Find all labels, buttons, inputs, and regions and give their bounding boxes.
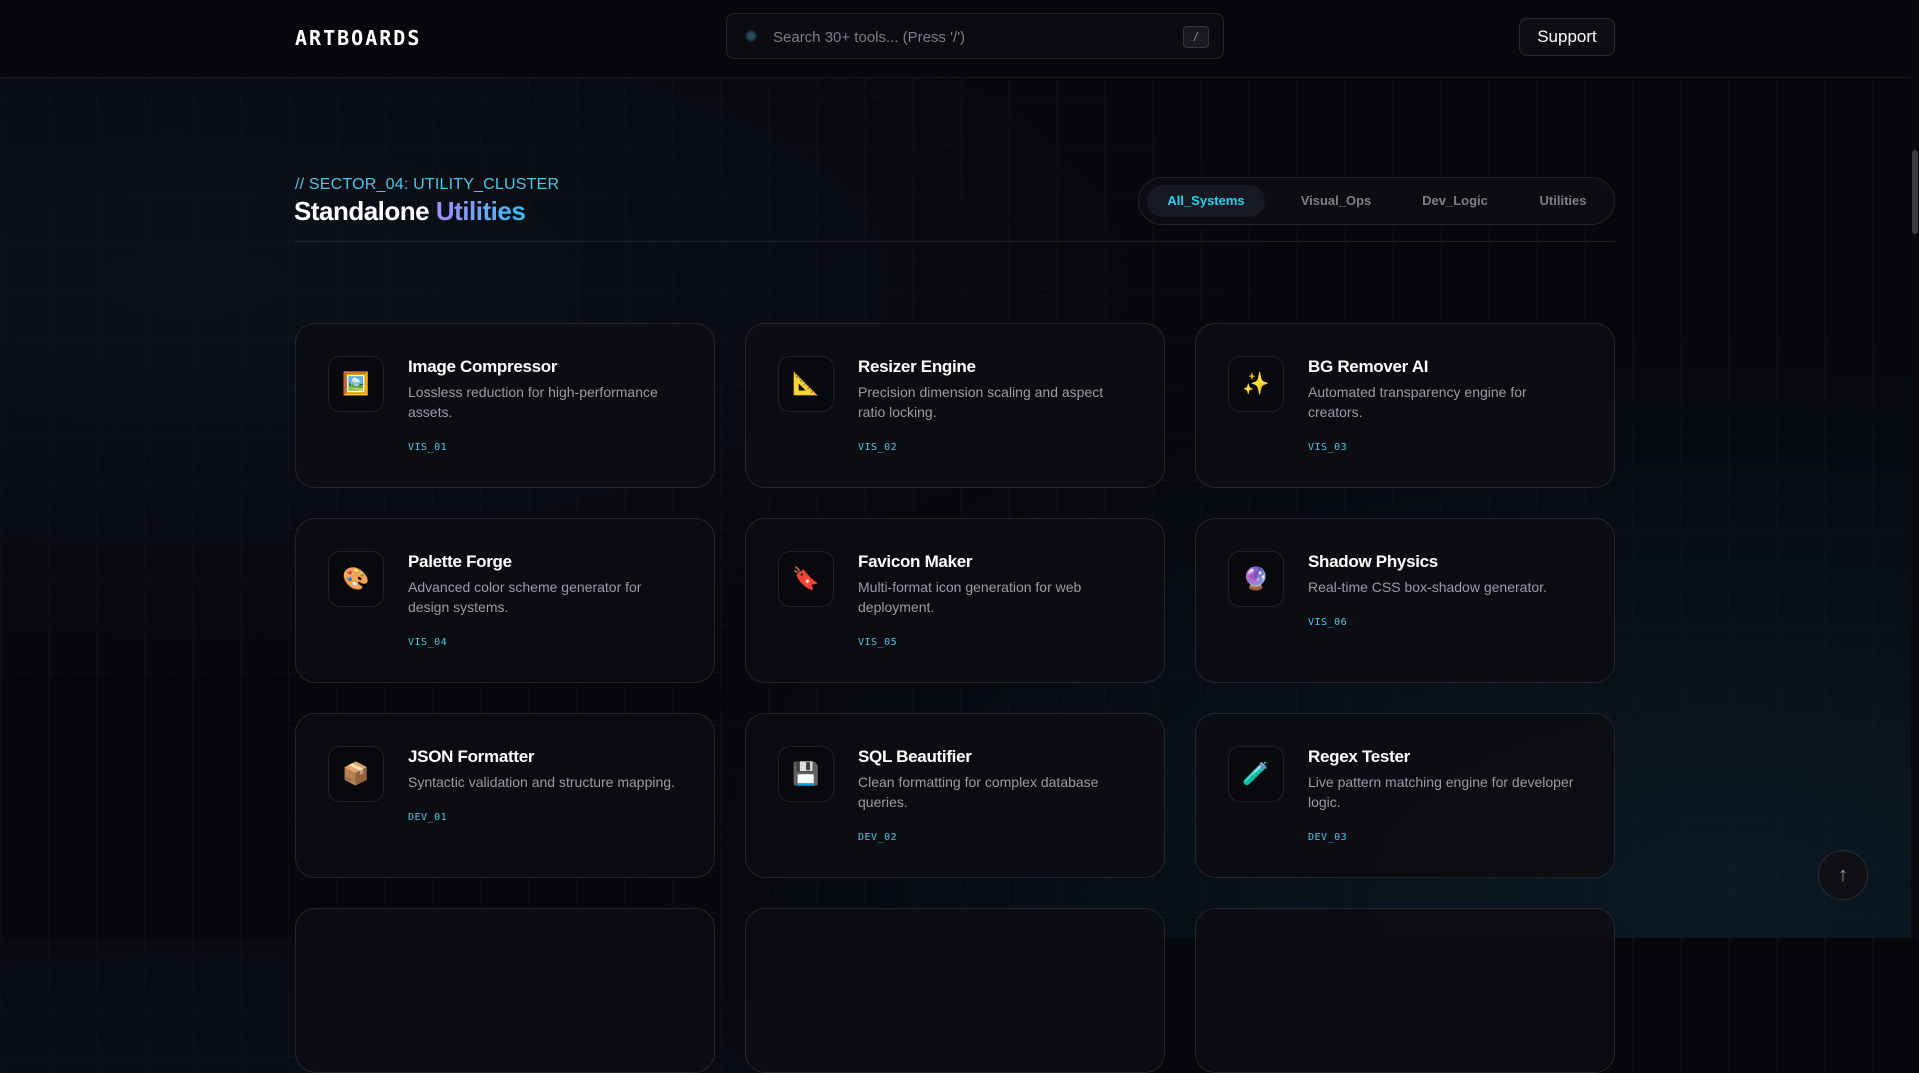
tool-card-code: VIS_02 xyxy=(858,442,898,453)
tool-card-favicon-maker[interactable]: 🔖 Favicon Maker Multi-format icon genera… xyxy=(745,518,1165,683)
scrollbar-thumb[interactable] xyxy=(1912,150,1918,234)
tool-card-shadow-physics[interactable]: 🔮 Shadow Physics Real-time CSS box-shado… xyxy=(1195,518,1615,683)
tool-card-code: VIS_04 xyxy=(408,637,448,648)
support-button[interactable]: Support xyxy=(1519,18,1615,56)
scrollbar-track[interactable] xyxy=(1911,0,1919,938)
tool-card-title: Shadow Physics xyxy=(1308,552,1438,571)
filter-tab-dev-logic[interactable]: Dev_Logic xyxy=(1403,185,1507,217)
framed-picture-icon: 🖼️ xyxy=(328,356,384,412)
tool-card-description: Clean formatting for complex database qu… xyxy=(858,774,1099,810)
tool-card-json-formatter[interactable]: 📦 JSON Formatter Syntactic validation an… xyxy=(295,713,715,878)
test-tube-icon: 🧪 xyxy=(1228,746,1284,802)
tool-card-description: Real-time CSS box-shadow generator. xyxy=(1308,579,1547,595)
floppy-disk-icon: 💾 xyxy=(778,746,834,802)
tool-card-title: Regex Tester xyxy=(1308,747,1410,766)
tool-card-partial[interactable] xyxy=(1195,908,1615,1073)
tool-card-bg-remover-ai[interactable]: ✨ BG Remover AI Automated transparency e… xyxy=(1195,323,1615,488)
bookmark-tag-icon: 🔖 xyxy=(778,551,834,607)
search-bar[interactable]: / xyxy=(726,13,1224,59)
tool-card-title: JSON Formatter xyxy=(408,747,535,766)
tool-card-description: Advanced color scheme generator for desi… xyxy=(408,579,642,615)
tool-card-title: Favicon Maker xyxy=(858,552,973,571)
tool-card-resizer-engine[interactable]: 📐 Resizer Engine Precision dimension sca… xyxy=(745,323,1165,488)
category-filter-bar: All_Systems Visual_Ops Dev_Logic Utiliti… xyxy=(1138,177,1615,225)
section-title-main: Standalone xyxy=(294,196,430,226)
section-title: Standalone Utilities xyxy=(294,196,526,227)
filter-tab-utilities[interactable]: Utilities xyxy=(1521,185,1605,217)
tool-card-regex-tester[interactable]: 🧪 Regex Tester Live pattern matching eng… xyxy=(1195,713,1615,878)
sparkles-icon: ✨ xyxy=(1228,356,1284,412)
tool-card-title: SQL Beautifier xyxy=(858,747,972,766)
triangular-ruler-icon: 📐 xyxy=(778,356,834,412)
tool-card-description: Automated transparency engine for creato… xyxy=(1308,384,1527,420)
tool-card-code: VIS_03 xyxy=(1308,442,1348,453)
filter-tab-all-systems[interactable]: All_Systems xyxy=(1147,185,1265,217)
section-eyebrow: // SECTOR_04: UTILITY_CLUSTER xyxy=(295,176,560,193)
tool-card-description: Precision dimension scaling and aspect r… xyxy=(858,384,1104,420)
search-input[interactable] xyxy=(771,24,1155,50)
tool-card-title: Palette Forge xyxy=(408,552,512,571)
tool-card-code: DEV_01 xyxy=(408,812,448,823)
section-title-accent: Utilities xyxy=(435,196,526,226)
tool-card-partial[interactable] xyxy=(295,908,715,1073)
arrow-up-icon: ↑ xyxy=(1838,864,1848,886)
tool-card-sql-beautifier[interactable]: 💾 SQL Beautifier Clean formatting for co… xyxy=(745,713,1165,878)
tool-card-title: Image Compressor xyxy=(408,357,558,376)
tool-card-image-compressor[interactable]: 🖼️ Image Compressor Lossless reduction f… xyxy=(295,323,715,488)
search-icon xyxy=(745,30,757,42)
shortcut-key-hint: / xyxy=(1183,26,1209,48)
tool-card-palette-forge[interactable]: 🎨 Palette Forge Advanced color scheme ge… xyxy=(295,518,715,683)
tool-card-code: VIS_01 xyxy=(408,442,448,453)
brand-logo[interactable]: ARTBOARDS xyxy=(295,26,421,50)
tool-card-description: Multi-format icon generation for web dep… xyxy=(858,579,1082,615)
tool-card-title: Resizer Engine xyxy=(858,357,976,376)
tool-card-title: BG Remover AI xyxy=(1308,357,1429,376)
top-navbar: ARTBOARDS / Support xyxy=(0,0,1919,78)
filter-tab-visual-ops[interactable]: Visual_Ops xyxy=(1283,185,1389,217)
package-icon: 📦 xyxy=(328,746,384,802)
tool-card-code: VIS_06 xyxy=(1308,617,1348,628)
tool-card-description: Live pattern matching engine for develop… xyxy=(1308,774,1574,810)
tool-card-description: Syntactic validation and structure mappi… xyxy=(408,774,675,790)
tool-card-code: DEV_03 xyxy=(1308,832,1348,843)
tool-card-code: VIS_05 xyxy=(858,637,898,648)
tool-card-code: DEV_02 xyxy=(858,832,898,843)
tool-card-partial[interactable] xyxy=(745,908,1165,1073)
palette-icon: 🎨 xyxy=(328,551,384,607)
scroll-to-top-button[interactable]: ↑ xyxy=(1818,850,1868,900)
section-divider xyxy=(295,241,1615,242)
tool-card-description: Lossless reduction for high-performance … xyxy=(408,384,658,420)
crystal-ball-icon: 🔮 xyxy=(1228,551,1284,607)
